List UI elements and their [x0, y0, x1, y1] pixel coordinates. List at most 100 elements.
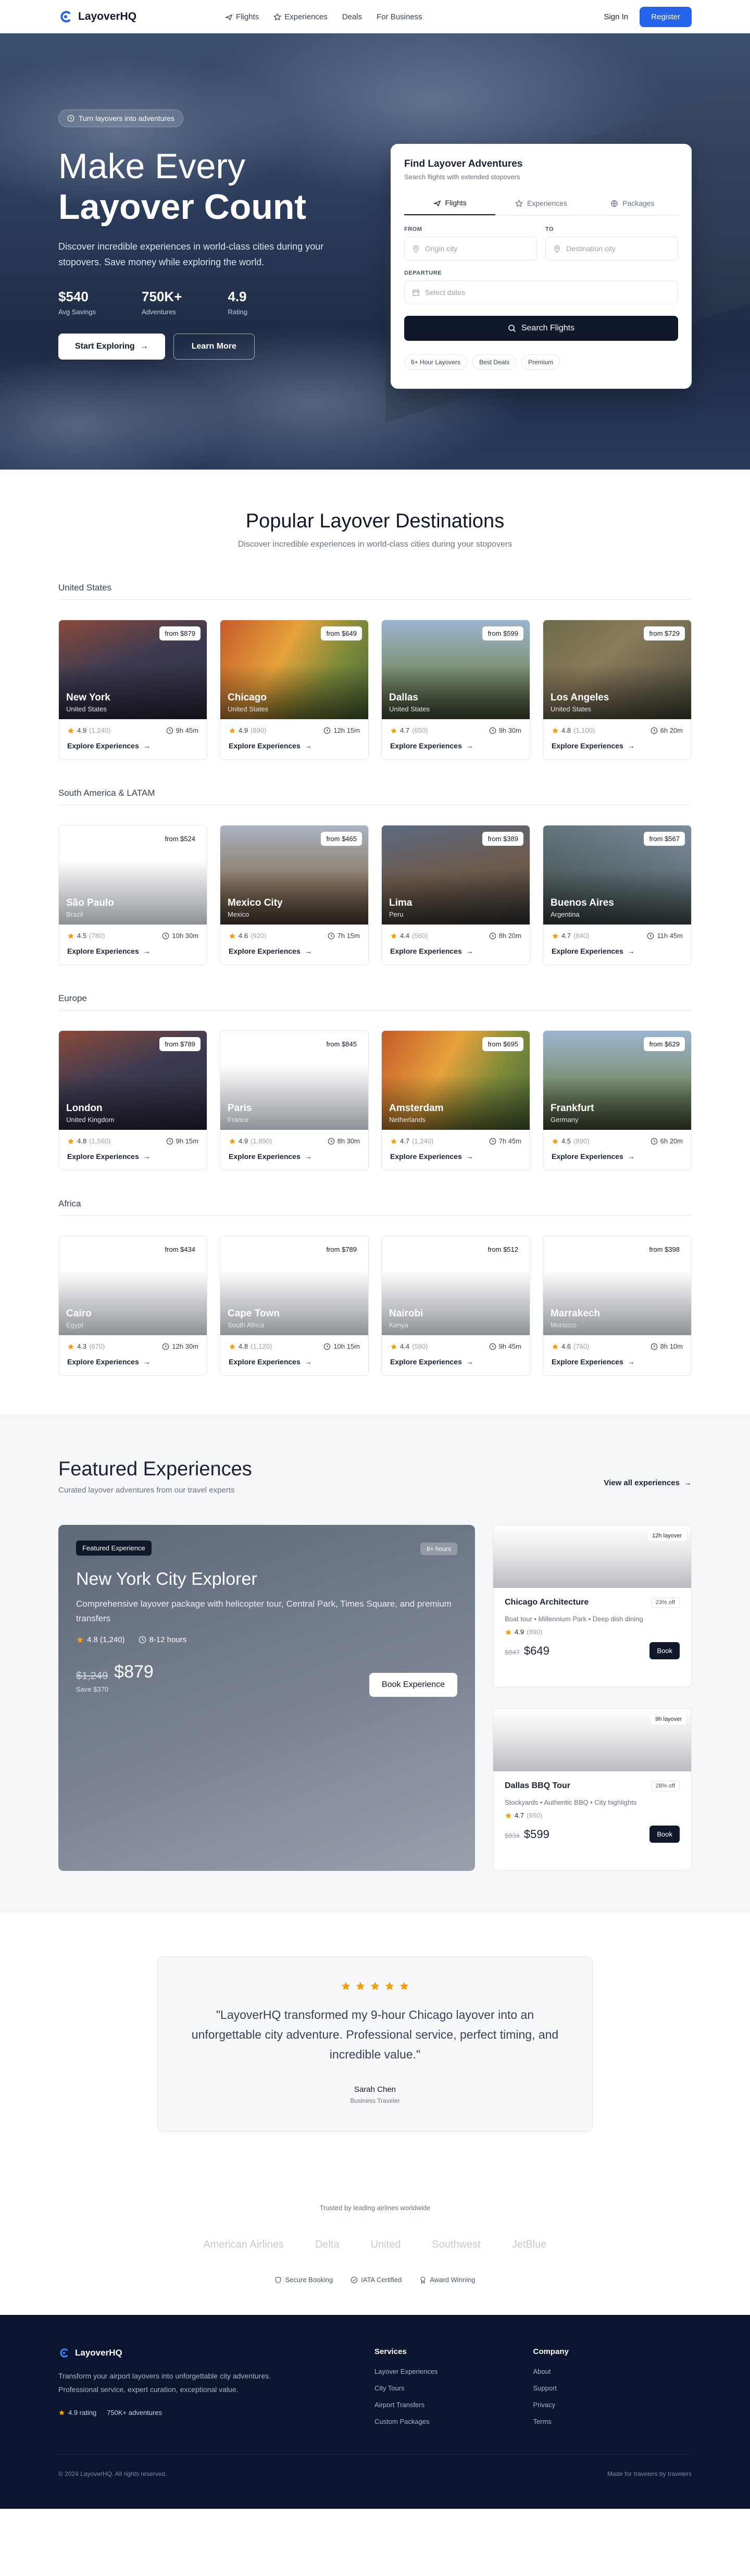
- filter-chip[interactable]: Best Deals: [472, 354, 517, 370]
- region-section: Africa from $434 Cairo Egypt 4.3 (670) 12h 30m…: [58, 1199, 692, 1376]
- star-icon: [77, 1636, 83, 1643]
- destination-card[interactable]: from $845 Paris France 4.9 (1,890) 8h 30m Expl…: [220, 1030, 369, 1170]
- explore-experiences-link[interactable]: Explore Experiences →: [382, 940, 530, 965]
- explore-experiences-link[interactable]: Explore Experiences →: [59, 1350, 207, 1375]
- explore-experiences-link[interactable]: Explore Experiences →: [220, 1145, 368, 1170]
- explore-experiences-link[interactable]: Explore Experiences →: [59, 734, 207, 759]
- quick-filters: 6+ Hour Layovers Best Deals Premium: [404, 354, 678, 370]
- destination-card[interactable]: from $567 Buenos Aires Argentina 4.7 (840) 11…: [543, 825, 692, 965]
- experience-card[interactable]: 9h layover Dallas BBQ Tour 28% off Stockyar…: [493, 1708, 692, 1871]
- region-heading: Africa: [58, 1199, 692, 1216]
- map-pin-icon: [413, 245, 419, 253]
- destination-card[interactable]: from $649 Chicago United States 4.9 (890) 12h…: [220, 620, 369, 760]
- filter-chip[interactable]: Premium: [521, 354, 560, 370]
- arrow-right-icon: →: [684, 1478, 692, 1487]
- layover-duration: 11h 45m: [647, 932, 683, 940]
- nav-flights[interactable]: Flights: [225, 13, 259, 21]
- learn-more-button[interactable]: Learn More: [173, 334, 255, 360]
- arrow-right-icon: →: [627, 742, 635, 750]
- explore-experiences-link[interactable]: Explore Experiences →: [220, 1350, 368, 1375]
- country-name: Peru: [389, 910, 404, 918]
- destination-card[interactable]: from $629 Frankfurt Germany 4.5 (890) 6h 20m E…: [543, 1030, 692, 1170]
- brand-logo[interactable]: LayoverHQ: [58, 9, 136, 24]
- nav-experiences[interactable]: Experiences: [273, 13, 328, 21]
- country-name: Germany: [551, 1116, 579, 1124]
- old-price: $847: [505, 1648, 520, 1656]
- nav-deals[interactable]: Deals: [342, 13, 362, 21]
- footer-link[interactable]: Layover Experiences: [374, 2368, 533, 2375]
- explore-experiences-link[interactable]: Explore Experiences →: [543, 1145, 691, 1170]
- country-name: United States: [228, 705, 269, 713]
- explore-experiences-link[interactable]: Explore Experiences →: [382, 734, 530, 759]
- featured-main-card[interactable]: Featured Experience 8+ hours New York Ci…: [58, 1525, 475, 1871]
- origin-input[interactable]: Origin city: [404, 237, 537, 261]
- view-all-link[interactable]: View all experiences →: [604, 1478, 692, 1487]
- experience-tags: Stockyards • Authentic BBQ • City highli…: [505, 1798, 637, 1806]
- destination-card[interactable]: from $729 Los Angeles United States 4.8 (1,1…: [543, 620, 692, 760]
- book-button[interactable]: Book: [649, 1826, 680, 1843]
- sign-in-link[interactable]: Sign In: [604, 13, 628, 21]
- city-name: Los Angeles: [551, 692, 609, 703]
- register-button[interactable]: Register: [640, 6, 692, 27]
- departure-label: DEPARTURE: [404, 270, 442, 276]
- calendar-icon: [413, 289, 419, 296]
- footer-link[interactable]: Terms: [533, 2418, 692, 2425]
- explore-experiences-link[interactable]: Explore Experiences →: [382, 1350, 530, 1375]
- footer-brand[interactable]: LayoverHQ: [58, 2347, 374, 2359]
- destination-card[interactable]: from $789 London United Kingdom 4.8 (1,560) 9…: [58, 1030, 207, 1170]
- rating: 4.6 (920): [229, 932, 266, 940]
- footer-link[interactable]: Support: [533, 2384, 692, 2392]
- explore-experiences-link[interactable]: Explore Experiences →: [543, 940, 691, 965]
- destination-card[interactable]: from $789 Cape Town South Africa 4.8 (1,120)…: [220, 1236, 369, 1376]
- search-flights-button[interactable]: Search Flights: [404, 316, 678, 341]
- rating: 4.5 (780): [67, 932, 105, 940]
- destination-card[interactable]: from $599 Dallas United States 4.7 (650) 9h 3…: [381, 620, 530, 760]
- destination-card[interactable]: from $695 Amsterdam Netherlands 4.7 (1,240) 7…: [381, 1030, 530, 1170]
- footer-link[interactable]: Privacy: [533, 2401, 692, 2409]
- start-exploring-button[interactable]: Start Exploring →: [58, 334, 165, 360]
- experience-card[interactable]: 12h layover Chicago Architecture 23% off Bo…: [493, 1525, 692, 1687]
- tab-packages[interactable]: Packages: [587, 193, 678, 215]
- explore-experiences-link[interactable]: Explore Experiences →: [220, 734, 368, 759]
- destination-image: from $398 Marrakech Morocco: [543, 1236, 691, 1335]
- explore-experiences-link[interactable]: Explore Experiences →: [543, 734, 691, 759]
- destination-card[interactable]: from $879 New York United States 4.9 (1,240)…: [58, 620, 207, 760]
- destination-card[interactable]: from $524 São Paulo Brazil 4.5 (780) 10h 30m E…: [58, 825, 207, 965]
- explore-experiences-link[interactable]: Explore Experiences →: [543, 1350, 691, 1375]
- arrow-right-icon: →: [627, 1358, 635, 1366]
- airline-logo: American Airlines: [203, 2239, 284, 2250]
- star-icon: [505, 1629, 511, 1635]
- footer-link[interactable]: Custom Packages: [374, 2418, 533, 2425]
- departure-date-input[interactable]: Select dates: [404, 280, 678, 304]
- destination-card[interactable]: from $389 Lima Peru 4.4 (560) 8h 20m Explore E…: [381, 825, 530, 965]
- price-badge: from $599: [482, 626, 523, 640]
- new-price: $599: [523, 1827, 549, 1841]
- destination-card[interactable]: from $465 Mexico City Mexico 4.6 (920) 7h 15m…: [220, 825, 369, 965]
- book-button[interactable]: Book: [649, 1642, 680, 1659]
- explore-experiences-link[interactable]: Explore Experiences →: [382, 1145, 530, 1170]
- layover-duration: 8h 30m: [328, 1137, 360, 1145]
- tab-experiences[interactable]: Experiences: [495, 193, 586, 215]
- explore-experiences-link[interactable]: Explore Experiences →: [59, 940, 207, 965]
- arrow-right-icon: →: [304, 1152, 312, 1161]
- book-experience-button[interactable]: Book Experience: [369, 1673, 457, 1697]
- region-section: United States from $879 New York United Sta…: [58, 583, 692, 760]
- tab-flights[interactable]: Flights: [404, 193, 496, 215]
- footer-link[interactable]: Airport Transfers: [374, 2401, 533, 2409]
- country-name: Brazil: [66, 910, 83, 918]
- explore-experiences-link[interactable]: Explore Experiences →: [220, 940, 368, 965]
- layover-duration: 6h 20m: [651, 1137, 683, 1145]
- nav-business[interactable]: For Business: [377, 13, 422, 21]
- star-icon: [515, 199, 523, 207]
- destination-card[interactable]: from $398 Marrakech Morocco 4.6 (760) 8h 10m E…: [543, 1236, 692, 1376]
- destination-image: from $789 London United Kingdom: [59, 1031, 207, 1130]
- footer-link[interactable]: City Tours: [374, 2384, 533, 2392]
- footer-link[interactable]: About: [533, 2368, 692, 2375]
- footer: LayoverHQ Transform your airport layover…: [0, 2315, 750, 2509]
- company-heading: Company: [533, 2347, 569, 2356]
- destination-input[interactable]: Destination city: [545, 237, 678, 261]
- explore-experiences-link[interactable]: Explore Experiences →: [59, 1145, 207, 1170]
- filter-chip[interactable]: 6+ Hour Layovers: [404, 354, 468, 370]
- destination-card[interactable]: from $434 Cairo Egypt 4.3 (670) 12h 30m Explor…: [58, 1236, 207, 1376]
- destination-card[interactable]: from $512 Nairobi Kenya 4.4 (580) 9h 45m Explo…: [381, 1236, 530, 1376]
